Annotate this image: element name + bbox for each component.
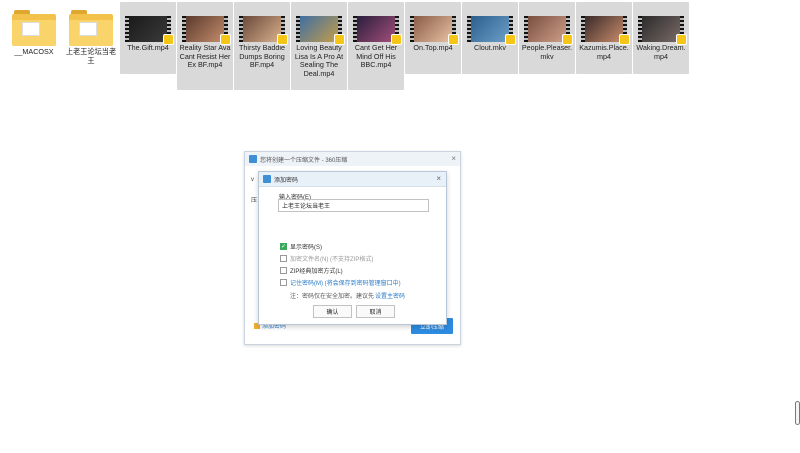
file-item-video[interactable]: Kazumis.Place.mp4: [576, 2, 632, 74]
file-name: Kazumis.Place.mp4: [579, 43, 629, 61]
password-dialog-titlebar[interactable]: 添加密码: [259, 172, 446, 187]
file-item-video[interactable]: Cant Get Her Mind Off His BBC.mp4: [348, 2, 404, 90]
desktop: __MACOSX 上老王论坛当老王 The.Gift.mp4 Reality S…: [0, 0, 800, 453]
scrollbar[interactable]: [795, 401, 800, 425]
file-name: The.Gift.mp4: [127, 43, 169, 52]
file-item-folder[interactable]: 上老王论坛当老王: [63, 2, 119, 74]
cancel-button[interactable]: 取消: [356, 305, 395, 318]
video-file-icon: [353, 16, 402, 45]
video-file-icon: [296, 16, 345, 45]
file-item-video[interactable]: On.Top.mp4: [405, 2, 461, 74]
file-item-video[interactable]: The.Gift.mp4: [120, 2, 176, 74]
app-icon: [249, 155, 257, 163]
close-icon[interactable]: ×: [436, 174, 441, 183]
compress-dialog-titlebar[interactable]: 您将创建一个压缩文件 - 360压缩: [245, 152, 460, 166]
file-item-video[interactable]: Thirsty Baddie Dumps Boring BF.mp4: [234, 2, 290, 90]
file-name: Waking.Dream.mp4: [636, 43, 686, 61]
zip-classic-checkbox[interactable]: ZIP经典加密方式(L): [280, 266, 343, 275]
app-icon: [263, 175, 271, 183]
file-name: People.Pleaser.mkv: [521, 43, 573, 61]
video-file-icon: [638, 16, 687, 45]
file-name: Clout.mkv: [474, 43, 506, 52]
file-item-video[interactable]: Clout.mkv: [462, 2, 518, 74]
confirm-button[interactable]: 确认: [313, 305, 352, 318]
password-input[interactable]: 上老王论坛当老王: [278, 199, 429, 212]
video-file-icon: [524, 16, 573, 45]
file-item-video[interactable]: Reality Star Ava Cant Resist Her Ex BF.m…: [177, 2, 233, 90]
video-file-icon: [125, 16, 174, 45]
file-name: __MACOSX: [14, 47, 54, 56]
video-file-icon: [581, 16, 630, 45]
file-item-macosx[interactable]: __MACOSX: [6, 2, 62, 74]
checkbox-icon: [280, 267, 287, 274]
file-name: Loving Beauty Lisa Is A Pro At Sealing T…: [294, 43, 344, 78]
encrypt-filenames-checkbox[interactable]: 加密文件名(N) (不支持ZIP格式): [280, 254, 373, 263]
folder-icon: [69, 10, 113, 46]
master-password-note: 注：密码仅在安全加密。建议先 设置主密码: [290, 291, 405, 300]
file-item-video[interactable]: Loving Beauty Lisa Is A Pro At Sealing T…: [291, 2, 347, 90]
file-name: 上老王论坛当老王: [65, 47, 117, 65]
file-item-video[interactable]: People.Pleaser.mkv: [519, 2, 575, 74]
file-item-video[interactable]: Waking.Dream.mp4: [633, 2, 689, 74]
password-dialog: 添加密码 × 输入密码(E) 上老王论坛当老王 ✓ 显示密码(S) 加密文件名(…: [258, 171, 447, 325]
dialog-side-label: 压: [251, 198, 258, 204]
checkbox-checked-icon: ✓: [280, 243, 287, 250]
video-file-icon: [182, 16, 231, 45]
file-icons-row: __MACOSX 上老王论坛当老王 The.Gift.mp4 Reality S…: [6, 2, 689, 90]
file-name: On.Top.mp4: [413, 43, 453, 52]
set-master-password-link[interactable]: 设置主密码: [375, 291, 405, 300]
file-name: Thirsty Baddie Dumps Boring BF.mp4: [239, 43, 285, 70]
video-file-icon: [410, 16, 459, 45]
compress-dialog-title: 您将创建一个压缩文件 - 360压缩: [260, 157, 348, 164]
password-dialog-title: 添加密码: [274, 177, 299, 184]
folder-icon: [12, 10, 56, 46]
close-icon[interactable]: ×: [451, 154, 456, 163]
file-name: Cant Get Her Mind Off His BBC.mp4: [354, 43, 398, 70]
video-file-icon: [239, 16, 288, 45]
checkbox-icon: [280, 255, 287, 262]
remember-password-checkbox[interactable]: 记住密码(M) (将会保存到密码管理窗口中): [280, 278, 401, 287]
video-file-icon: [467, 16, 516, 45]
file-name: Reality Star Ava Cant Resist Her Ex BF.m…: [179, 43, 231, 70]
show-password-checkbox[interactable]: ✓ 显示密码(S): [280, 242, 322, 251]
dialog-side-label: v: [251, 177, 254, 183]
checkbox-icon: [280, 279, 287, 286]
